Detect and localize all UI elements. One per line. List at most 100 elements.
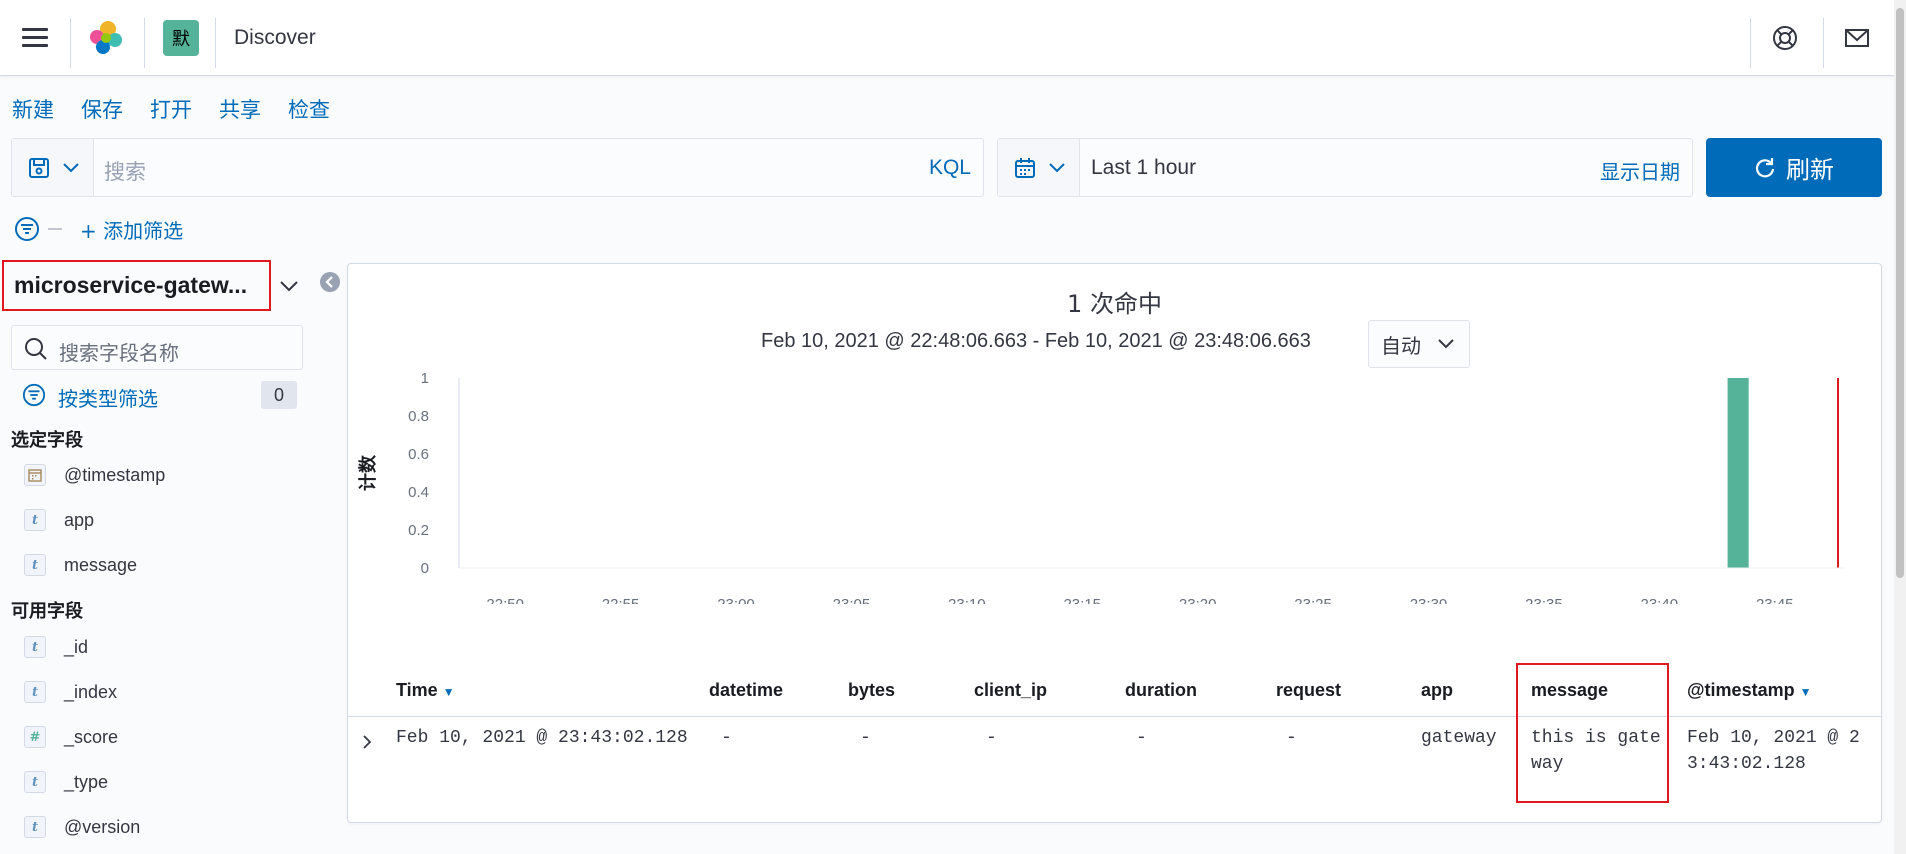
field-item[interactable]: t _index bbox=[24, 678, 117, 706]
refresh-label: 刷新 bbox=[1786, 156, 1834, 184]
field-name: app bbox=[64, 509, 95, 530]
string-field-icon: t bbox=[24, 816, 46, 838]
y-tick-label: 0.2 bbox=[408, 522, 429, 539]
menu-icon[interactable] bbox=[22, 28, 48, 48]
saved-query-button[interactable] bbox=[12, 139, 94, 196]
page-title: Discover bbox=[234, 26, 316, 49]
field-search-input[interactable]: 搜索字段名称 bbox=[11, 325, 303, 370]
quick-select-button[interactable] bbox=[998, 139, 1080, 196]
space-avatar[interactable]: 默 bbox=[163, 20, 199, 56]
menu-open[interactable]: 打开 bbox=[150, 94, 192, 124]
field-name: _id bbox=[64, 636, 89, 657]
table-cell-datetime: - bbox=[721, 728, 732, 748]
x-tick-label: 23:00 bbox=[717, 596, 755, 604]
filter-icon[interactable] bbox=[14, 216, 40, 242]
save-icon bbox=[29, 158, 49, 178]
filter-by-type-button[interactable]: 按类型筛选 bbox=[58, 383, 158, 412]
menu-new[interactable]: 新建 bbox=[12, 94, 54, 124]
field-name: _type bbox=[64, 771, 109, 792]
search-input[interactable]: 搜索 bbox=[104, 156, 146, 186]
sort-desc-icon[interactable]: ▼ bbox=[443, 685, 455, 699]
field-name: @timestamp bbox=[64, 464, 166, 485]
interval-select[interactable]: 自动 bbox=[1368, 320, 1470, 368]
table-cell-timestamp-line2: 3:43:02.128 bbox=[1687, 754, 1806, 774]
string-field-icon: t bbox=[24, 636, 46, 658]
filter-icon bbox=[22, 383, 46, 407]
menu-inspect[interactable]: 检查 bbox=[288, 94, 330, 124]
string-field-icon: t bbox=[24, 681, 46, 703]
x-tick-label: 23:40 bbox=[1641, 596, 1679, 604]
field-search-placeholder: 搜索字段名称 bbox=[59, 341, 179, 365]
available-fields-title: 可用字段 bbox=[11, 601, 83, 622]
field-name: _score bbox=[64, 726, 119, 747]
header-divider bbox=[1823, 18, 1824, 68]
field-name: message bbox=[64, 554, 138, 575]
field-item[interactable]: @timestamp bbox=[24, 461, 165, 489]
histogram-bar[interactable] bbox=[1727, 378, 1749, 568]
y-tick-label: 0.8 bbox=[408, 408, 429, 425]
column-header-datetime[interactable]: datetime bbox=[709, 680, 783, 701]
x-tick-label: 23:25 bbox=[1294, 596, 1332, 604]
x-tick-label: 23:30 bbox=[1410, 596, 1448, 604]
chevron-down-icon[interactable] bbox=[279, 278, 299, 294]
header-divider bbox=[144, 18, 145, 68]
add-filter-button[interactable]: + 添加筛选 bbox=[80, 215, 183, 244]
number-field-icon: # bbox=[24, 726, 46, 748]
highlight-box bbox=[1516, 663, 1669, 803]
column-header-duration[interactable]: duration bbox=[1125, 680, 1197, 701]
column-header-timestamp[interactable]: @timestamp ▼ bbox=[1687, 680, 1811, 701]
header-divider bbox=[215, 18, 216, 68]
filter-divider bbox=[48, 228, 62, 230]
search-icon bbox=[25, 338, 47, 360]
refresh-button[interactable]: 刷新 bbox=[1706, 138, 1882, 197]
field-item[interactable]: t message bbox=[24, 551, 137, 579]
field-item[interactable]: t app bbox=[24, 506, 94, 534]
scrollbar-track[interactable] bbox=[1894, 0, 1906, 854]
x-tick-label: 22:50 bbox=[486, 596, 524, 604]
x-tick-label: 23:20 bbox=[1179, 596, 1217, 604]
x-tick-label: 23:45 bbox=[1756, 596, 1794, 604]
query-language-button[interactable]: KQL bbox=[929, 156, 971, 180]
table-cell-app: gateway bbox=[1421, 728, 1497, 748]
mail-icon[interactable] bbox=[1843, 24, 1871, 52]
column-header-app[interactable]: app bbox=[1421, 680, 1453, 701]
string-field-icon: t bbox=[24, 554, 46, 576]
app-header: 默 Discover bbox=[0, 0, 1906, 76]
column-header-client-ip[interactable]: client_ip bbox=[974, 680, 1047, 701]
time-range-value[interactable]: Last 1 hour bbox=[1091, 156, 1196, 180]
expand-row-icon[interactable] bbox=[360, 734, 374, 750]
help-icon[interactable] bbox=[1771, 24, 1799, 52]
show-dates-button[interactable]: 显示日期 bbox=[1600, 156, 1680, 185]
header-divider bbox=[70, 18, 71, 68]
field-item[interactable]: # _score bbox=[24, 723, 118, 751]
column-header-bytes[interactable]: bytes bbox=[848, 680, 895, 701]
index-pattern-selector[interactable]: microservice-gatew... bbox=[2, 260, 271, 311]
column-header-request[interactable]: request bbox=[1276, 680, 1341, 701]
table-cell-client-ip: - bbox=[986, 728, 997, 748]
table-cell-request: - bbox=[1286, 728, 1297, 748]
sort-desc-icon[interactable]: ▼ bbox=[1800, 685, 1812, 699]
string-field-icon: t bbox=[24, 509, 46, 531]
field-item[interactable]: t _type bbox=[24, 768, 108, 796]
y-tick-label: 0.4 bbox=[408, 484, 429, 501]
field-item[interactable]: t @version bbox=[24, 813, 140, 841]
collapse-sidebar-icon[interactable] bbox=[319, 271, 341, 293]
x-tick-label: 23:10 bbox=[948, 596, 986, 604]
y-tick-label: 0 bbox=[421, 560, 429, 577]
date-field-icon bbox=[24, 464, 46, 486]
x-tick-label: 22:55 bbox=[602, 596, 640, 604]
scrollbar-thumb[interactable] bbox=[1896, 8, 1904, 578]
menu-share[interactable]: 共享 bbox=[219, 94, 261, 124]
y-tick-label: 1 bbox=[421, 370, 429, 387]
elastic-logo[interactable] bbox=[88, 20, 124, 56]
table-cell-timestamp-line1: Feb 10, 2021 @ 2 bbox=[1687, 728, 1860, 748]
field-item[interactable]: t _id bbox=[24, 633, 88, 661]
interval-value: 自动 bbox=[1381, 333, 1421, 358]
table-cell-bytes: - bbox=[860, 728, 871, 748]
x-tick-label: 23:15 bbox=[1063, 596, 1101, 604]
column-header-time[interactable]: Time ▼ bbox=[396, 680, 455, 701]
histogram-chart[interactable]: 1 0.8 0.6 0.4 0.2 0 22:50 22:55 23:00 23:05 23:10… bbox=[348, 364, 1883, 604]
filter-count-badge: 0 bbox=[261, 381, 297, 409]
menu-save[interactable]: 保存 bbox=[81, 94, 123, 124]
x-tick-label: 23:05 bbox=[833, 596, 871, 604]
